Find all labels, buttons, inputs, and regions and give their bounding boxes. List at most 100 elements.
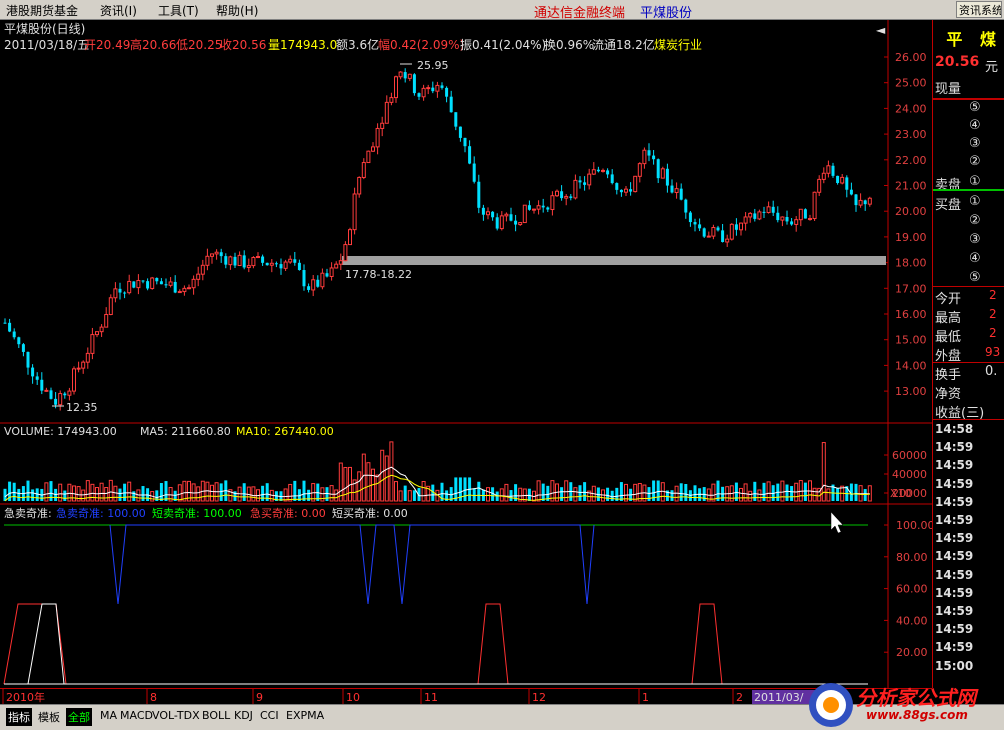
candle-body	[748, 212, 753, 218]
candle-body	[343, 244, 348, 262]
tab-kdj[interactable]: KDJ	[232, 708, 255, 723]
volume-bar	[384, 455, 389, 502]
candle-body	[307, 286, 311, 290]
candle-body	[670, 185, 674, 193]
tick-time: 14:58	[935, 422, 974, 436]
volume-bar	[219, 483, 223, 501]
candle-body	[725, 238, 730, 243]
info-system-button[interactable]: 资讯系统	[956, 1, 1002, 18]
kline-chart[interactable]: 平煤股份(日线) 2011/03/18/五 开20.49 高20.66 低20.…	[0, 20, 935, 688]
volume-bar	[499, 488, 504, 502]
date-label: 10	[346, 691, 360, 704]
candle-body	[228, 256, 233, 266]
candle-body	[606, 170, 610, 175]
tab-vol-tdx[interactable]: VOL-TDX	[150, 708, 202, 723]
volume-bar	[619, 482, 623, 501]
buy-label: 买盘	[935, 198, 962, 213]
volume-bar	[164, 481, 168, 501]
tab-expma[interactable]: EXPMA	[284, 708, 326, 723]
candle-body	[821, 172, 826, 180]
candle-body	[601, 169, 605, 172]
info-line: 2011/03/18/五 开20.49 高20.66 低20.25 收20.56…	[4, 37, 702, 52]
candle-body	[743, 216, 748, 224]
chart-title: 平煤股份(日线)	[4, 22, 85, 36]
candle-body	[421, 87, 426, 98]
candle-body	[8, 322, 12, 332]
candle-body	[472, 163, 476, 182]
volume-bar	[407, 490, 412, 502]
volume-bar	[509, 490, 513, 501]
candle-body	[541, 205, 545, 208]
candle-body	[491, 211, 495, 218]
buy-level-5: ⑤	[969, 270, 981, 285]
candle-body	[113, 288, 118, 299]
volume-bar	[251, 486, 256, 502]
tab-cci[interactable]: CCI	[258, 708, 281, 723]
price-axis-label: 19.00	[895, 231, 927, 244]
volume-bar	[63, 490, 67, 501]
panel-stock-name: 平 煤	[946, 30, 1002, 49]
chart-area[interactable]: 平煤股份(日线) 2011/03/18/五 开20.49 高20.66 低20.…	[0, 20, 935, 688]
candle-body	[246, 265, 251, 268]
candle-body	[684, 199, 688, 213]
candle-body	[219, 252, 223, 257]
volume-bar	[803, 482, 807, 501]
menu-info[interactable]: 资讯(I)	[100, 2, 137, 19]
date-label: 12	[532, 691, 546, 704]
volume-bar	[375, 474, 380, 502]
tab-boll[interactable]: BOLL	[200, 708, 232, 723]
tick-time: 15:00	[935, 658, 974, 673]
candle-body	[352, 193, 357, 231]
candle-body	[384, 101, 389, 124]
volume-bar	[118, 488, 122, 501]
volume-bar	[302, 480, 306, 501]
volume-bar	[486, 487, 490, 502]
tab-all[interactable]: 全部	[66, 708, 92, 726]
menu-tools[interactable]: 工具(T)	[158, 2, 199, 19]
candle-body	[371, 146, 375, 152]
candle-body	[660, 168, 665, 179]
volume-bar	[748, 490, 753, 502]
tick-time: 14:59	[935, 567, 974, 582]
market-menu[interactable]: 港股期货基金	[6, 2, 78, 19]
tick-time: 14:59	[935, 513, 974, 527]
tab-indicator[interactable]: 指标	[6, 708, 32, 726]
candle-body	[265, 262, 269, 266]
candle-body	[514, 220, 518, 225]
candle-body	[159, 281, 163, 285]
volume-bar	[261, 485, 265, 501]
info-open: 开20.49	[84, 38, 130, 52]
low-mark-label: 12.35	[66, 401, 98, 414]
candle-body	[274, 263, 278, 265]
candle-body	[845, 177, 849, 190]
menu-help[interactable]: 帮助(H)	[216, 2, 258, 19]
tab-ma[interactable]: MA	[98, 708, 119, 723]
volume-bar	[412, 490, 416, 501]
volume-bar	[394, 481, 398, 502]
sell-level-3: ③	[969, 136, 981, 151]
candle-body	[76, 367, 81, 370]
volume-bar	[536, 480, 541, 502]
candle-body	[527, 205, 531, 210]
indicator-axis-label: 60.00	[896, 583, 928, 596]
tab-template[interactable]: 模板	[36, 708, 62, 726]
candle-body	[224, 256, 228, 265]
candle-body	[642, 149, 647, 165]
volume-bar	[679, 483, 683, 501]
low-label: 最低	[935, 330, 962, 345]
candle-body	[191, 278, 196, 289]
volume-unit: X10	[890, 487, 912, 500]
volume-bar	[421, 480, 426, 502]
price-axis-label: 23.00	[895, 128, 927, 141]
volume-bar	[403, 485, 407, 501]
price-axis-label: 16.00	[895, 308, 927, 321]
candle-body	[63, 393, 67, 396]
volume-bar	[205, 481, 210, 502]
chart-menu-arrow[interactable]: ◄	[876, 23, 886, 37]
app-title: 通达信金融终端	[534, 6, 626, 21]
volume-bar	[578, 485, 582, 501]
candle-body	[108, 297, 113, 316]
volume-bar	[17, 488, 21, 501]
volume-bar	[293, 480, 297, 501]
turnover-label: 换手	[935, 368, 962, 383]
